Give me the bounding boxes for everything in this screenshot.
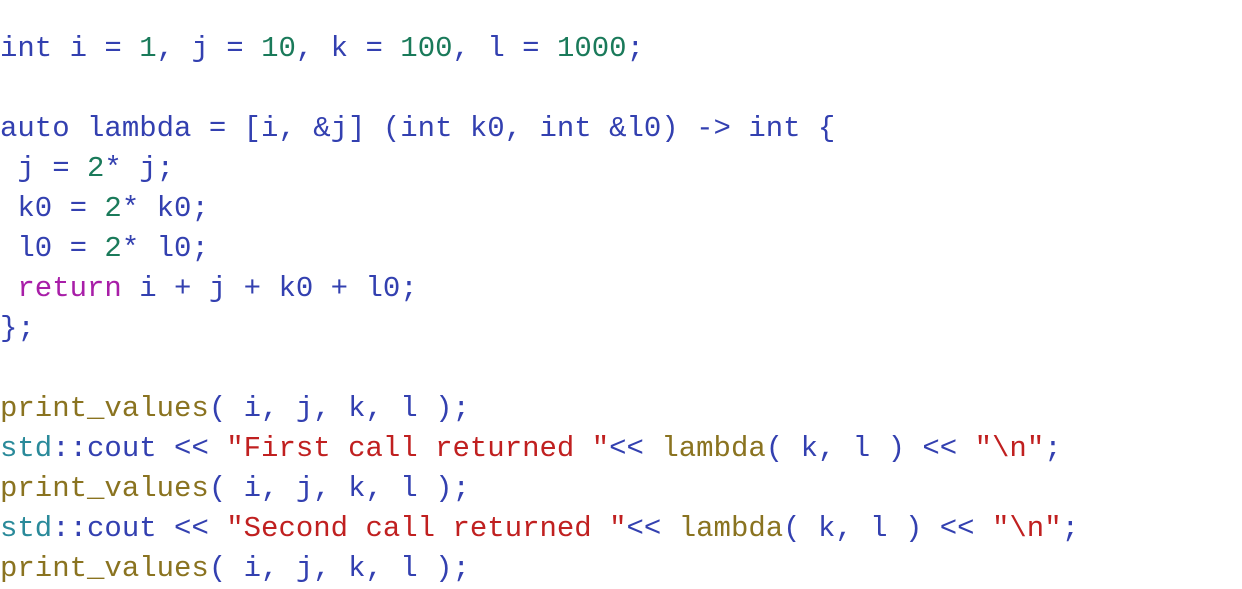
code-token-plain: ;	[1044, 432, 1062, 465]
code-token-plain: * j;	[104, 152, 175, 185]
code-token-plain: ( k, l ) <<	[765, 432, 975, 465]
code-token-plain: ( i, j, k, l );	[208, 392, 470, 425]
code-token-func: print_values	[0, 472, 209, 505]
code-token-plain: ;	[626, 32, 644, 65]
code-token-plain: ( i, j, k, l );	[208, 472, 470, 505]
code-token-number: 10	[261, 32, 296, 65]
code-line-blank	[0, 69, 1242, 109]
code-token-plain: , j =	[156, 32, 262, 65]
code-token-plain: auto lambda = [i, &j] (int k0, int &l0) …	[0, 112, 836, 145]
code-line-blank	[0, 349, 1242, 389]
code-line: int i = 1, j = 10, k = 100, l = 1000;	[0, 29, 1242, 69]
code-token-plain: ::cout <<	[52, 512, 227, 545]
code-token-func: print_values	[0, 392, 209, 425]
code-token-ns: std	[0, 432, 53, 465]
code-line: print_values( i, j, k, l );	[0, 549, 1242, 589]
code-line: };	[0, 309, 1242, 349]
code-token-plain: * l0;	[121, 232, 209, 265]
code-token-plain: ( i, j, k, l );	[208, 552, 470, 585]
code-line: print_values( i, j, k, l );	[0, 469, 1242, 509]
code-token-string: "\n"	[992, 512, 1062, 545]
code-token-number: 2	[87, 152, 105, 185]
code-token-plain: ( k, l ) <<	[783, 512, 992, 545]
code-token-string: "Second call returned "	[226, 512, 627, 545]
code-token-plain: j =	[0, 152, 88, 185]
code-token-plain: , l =	[452, 32, 557, 65]
code-token-number: 2	[104, 192, 122, 225]
code-token-ns: std	[0, 512, 53, 545]
code-token-func: print_values	[0, 552, 209, 585]
code-token-func: lambda	[678, 512, 784, 545]
code-line: j = 2* j;	[0, 149, 1242, 189]
code-token-plain: i + j + k0 + l0;	[121, 272, 418, 305]
code-token-number: 1	[139, 32, 157, 65]
code-token-plain: <<	[609, 432, 662, 465]
code-line: std::cout << "First call returned "<< la…	[0, 429, 1242, 469]
code-token-func: lambda	[661, 432, 766, 465]
code-token-plain: ::cout <<	[52, 432, 227, 465]
code-token-number: 100	[400, 32, 453, 65]
code-token-plain: k0 =	[0, 192, 105, 225]
code-token-plain: l0 =	[0, 232, 105, 265]
code-line: return i + j + k0 + l0;	[0, 269, 1242, 309]
code-token-string: "First call returned "	[226, 432, 610, 465]
code-token-plain: <<	[626, 512, 679, 545]
code-line: std::cout << "Second call returned "<< l…	[0, 509, 1242, 549]
code-token-plain: * k0;	[121, 192, 209, 225]
code-token-string: "\n"	[974, 432, 1045, 465]
code-token-plain: , k =	[295, 32, 401, 65]
code-token-return: return	[17, 272, 122, 305]
code-line: print_values( i, j, k, l );	[0, 389, 1242, 429]
code-token-number: 2	[104, 232, 122, 265]
code-line: l0 = 2* l0;	[0, 229, 1242, 269]
code-token-plain: int i =	[0, 32, 140, 65]
code-token-plain: };	[0, 312, 35, 345]
code-token-number: 1000	[556, 32, 627, 65]
code-line: k0 = 2* k0;	[0, 189, 1242, 229]
code-listing[interactable]: int i = 1, j = 10, k = 100, l = 1000; au…	[0, 29, 1242, 589]
code-line: auto lambda = [i, &j] (int k0, int &l0) …	[0, 109, 1242, 149]
code-token-plain: ;	[1061, 512, 1080, 545]
